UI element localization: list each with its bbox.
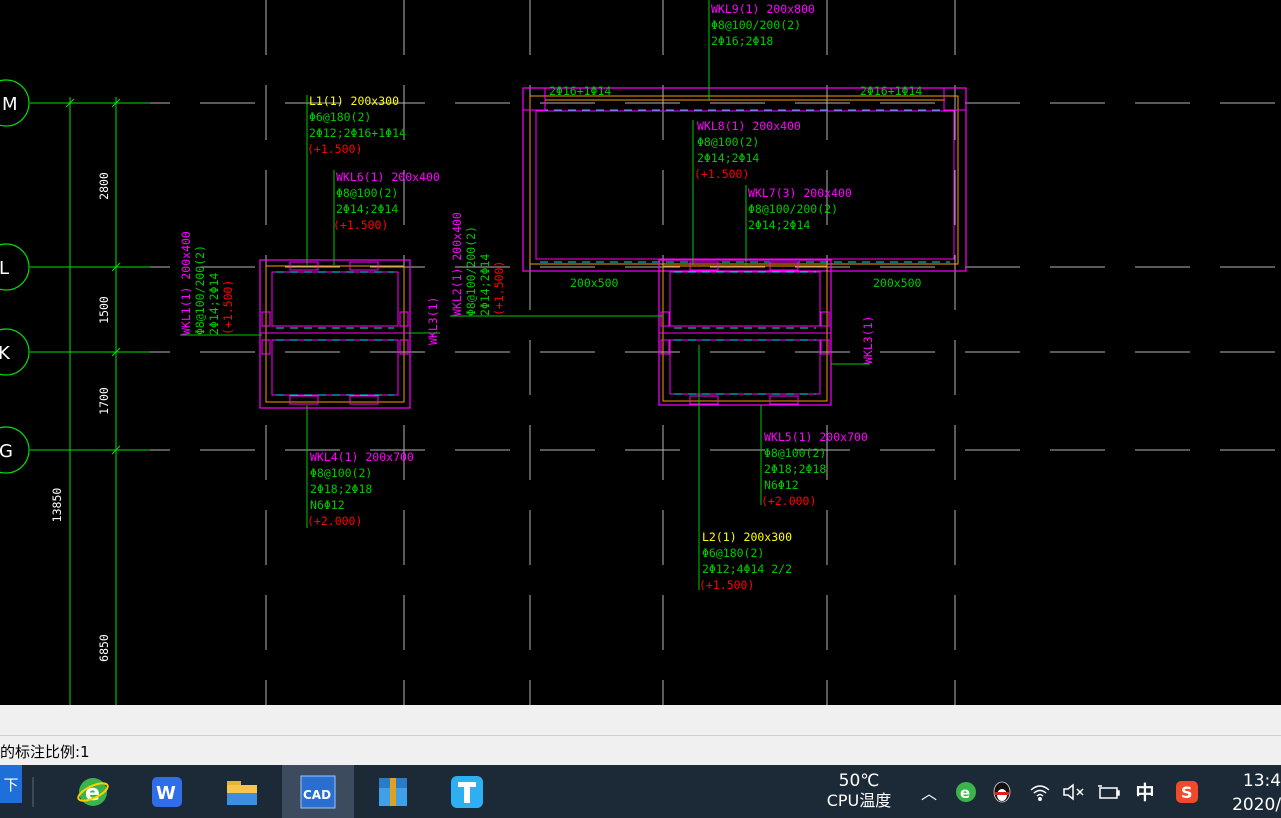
axis-bubble-g: G <box>0 426 30 474</box>
l2-name: L2(1) 200x300 <box>702 530 792 544</box>
section-right: 200x500 <box>873 276 922 290</box>
wkl9-right-top-bars: 2Φ16+1Φ14 <box>860 84 922 98</box>
wkl8-stirrup: Φ8@100(2) <box>697 135 759 149</box>
dim-2800: 2800 <box>97 172 111 200</box>
wkl3-right-label: WKL3(1) <box>861 316 875 364</box>
ime-indicator[interactable]: 中 <box>1132 765 1158 818</box>
wkl9-left-top-bars: 2Φ16+1Φ14 <box>549 84 611 98</box>
l1-name: L1(1) 200x300 <box>309 94 399 108</box>
clock-date: 2020/4 <box>1232 795 1281 815</box>
cpu-temp-label: CPU温度 <box>826 791 892 810</box>
wkl8-name: WKL8(1) 200x400 <box>697 119 801 133</box>
file-explorer-icon[interactable] <box>217 765 267 818</box>
axis-bubble-l: L <box>0 243 30 291</box>
svg-text:K: K <box>0 343 11 364</box>
l2-bars: 2Φ12;4Φ14 2/2 <box>702 562 792 576</box>
wkl2-stirrup: Φ8@100/200(2) <box>464 226 478 316</box>
cpu-temp-value: 50℃ <box>838 771 880 791</box>
taskbar: 下 e W CAD 50℃ CPU温度 ︿ e 中 S 13:4 2020/ <box>0 765 1281 818</box>
wifi-icon[interactable] <box>1027 765 1053 818</box>
l2-stirrup: Φ6@180(2) <box>702 546 764 560</box>
wkl8-elev: (+1.500) <box>694 167 749 181</box>
svg-text:W: W <box>156 783 176 804</box>
wkl2-elev: (+1.500) <box>492 261 506 316</box>
qq-penguin-icon[interactable] <box>989 765 1015 818</box>
svg-text:S: S <box>1181 783 1193 802</box>
wkl9-name: WKL9(1) 200x800 <box>711 2 815 16</box>
wkl4-elev: (+2.000) <box>307 514 362 528</box>
sogou-ime-icon[interactable]: S <box>1173 765 1201 818</box>
l2-elev: (+1.500) <box>699 578 754 592</box>
wkl4-stirrup: Φ8@100(2) <box>310 466 372 480</box>
svg-text:G: G <box>0 441 13 462</box>
svg-text:e: e <box>960 784 970 802</box>
dim-1500: 1500 <box>97 296 111 324</box>
left-structure <box>259 259 411 409</box>
wkl5-bars: 2Φ18;2Φ18 <box>764 462 826 476</box>
ie-tray-icon[interactable]: e <box>953 765 979 818</box>
axis-grid-lines <box>30 0 1281 705</box>
wkl1-elev: (+1.500) <box>221 280 235 335</box>
wkl7-bars: 2Φ14;2Φ14 <box>748 218 810 232</box>
cad-app-button[interactable]: CAD <box>282 765 354 818</box>
dim-6850: 6850 <box>97 634 111 662</box>
cad-drawing-canvas[interactable]: M L K G 2800 1500 1700 6850 13850 WKL9(1… <box>0 0 1281 705</box>
wkl6-elev: (+1.500) <box>333 218 388 232</box>
wkl1-name: WKL1(1) 200x400 <box>179 231 193 335</box>
wkl1-bars: 2Φ14;2Φ14 <box>207 273 221 335</box>
wkl7-stirrup: Φ8@100/200(2) <box>748 202 838 216</box>
svg-text:L: L <box>0 258 9 279</box>
command-prompt-text: 的标注比例:1 <box>0 743 90 761</box>
wkl6-bars: 2Φ14;2Φ14 <box>336 202 398 216</box>
command-line[interactable]: 的标注比例:1 <box>0 736 1281 766</box>
wkl9-bars: 2Φ16;2Φ18 <box>711 34 773 48</box>
archive-app-icon[interactable] <box>368 765 418 818</box>
volume-muted-icon[interactable] <box>1060 765 1086 818</box>
wkl5-n: N6Φ12 <box>764 478 799 492</box>
wkl6-stirrup: Φ8@100(2) <box>336 186 398 200</box>
cad-drawing[interactable]: M L K G 2800 1500 1700 6850 13850 WKL9(1… <box>0 0 1281 705</box>
cpu-temperature-widget[interactable]: 50℃ CPU温度 <box>815 771 903 811</box>
chevron-up-icon[interactable]: ︿ <box>918 765 940 818</box>
command-history <box>0 705 1281 736</box>
wkl5-elev: (+2.000) <box>761 494 816 508</box>
axis-bubble-k: K <box>0 328 30 376</box>
start-button[interactable]: 下 <box>0 765 22 803</box>
wkl5-name: WKL5(1) 200x700 <box>764 430 868 444</box>
wkl4-n: N6Φ12 <box>310 498 345 512</box>
dim-13850: 13850 <box>50 488 64 523</box>
section-left: 200x500 <box>570 276 619 290</box>
taskbar-separator <box>32 777 34 807</box>
wkl1-stirrup: Φ8@100/200(2) <box>193 245 207 335</box>
bottom-right-structure <box>658 259 832 406</box>
wkl7-name: WKL7(3) 200x400 <box>748 186 852 200</box>
t-app-icon[interactable] <box>442 765 492 818</box>
clock-time: 13:4 <box>1242 771 1281 791</box>
l1-stirrup: Φ6@180(2) <box>309 110 371 124</box>
ie-browser-icon[interactable]: e <box>68 765 118 818</box>
l1-bars: 2Φ12;2Φ16+1Φ14 <box>309 126 406 140</box>
dimension-lines <box>30 97 150 705</box>
system-clock[interactable]: 13:4 2020/4 <box>1222 769 1281 817</box>
wkl4-bars: 2Φ18;2Φ18 <box>310 482 372 496</box>
dim-1700: 1700 <box>97 387 111 415</box>
axis-bubble-m: M <box>0 79 30 127</box>
wps-office-icon[interactable]: W <box>142 765 192 818</box>
l1-elev: (+1.500) <box>307 142 362 156</box>
wkl2-name: WKL2(1) 200x400 <box>450 212 464 316</box>
wkl9-stirrup: Φ8@100/200(2) <box>711 18 801 32</box>
wkl6-name: WKL6(1) 200x400 <box>336 170 440 184</box>
cad-app-label: CAD <box>303 788 331 802</box>
wkl8-bars: 2Φ14;2Φ14 <box>697 151 759 165</box>
wkl4-name: WKL4(1) 200x700 <box>310 450 414 464</box>
svg-text:M: M <box>2 94 18 115</box>
wkl5-stirrup: Φ8@100(2) <box>764 446 826 460</box>
wkl2-bars: 2Φ14;2Φ14 <box>478 254 492 316</box>
battery-icon[interactable] <box>1096 765 1122 818</box>
wkl3-left-label: WKL3(1) <box>426 297 440 345</box>
